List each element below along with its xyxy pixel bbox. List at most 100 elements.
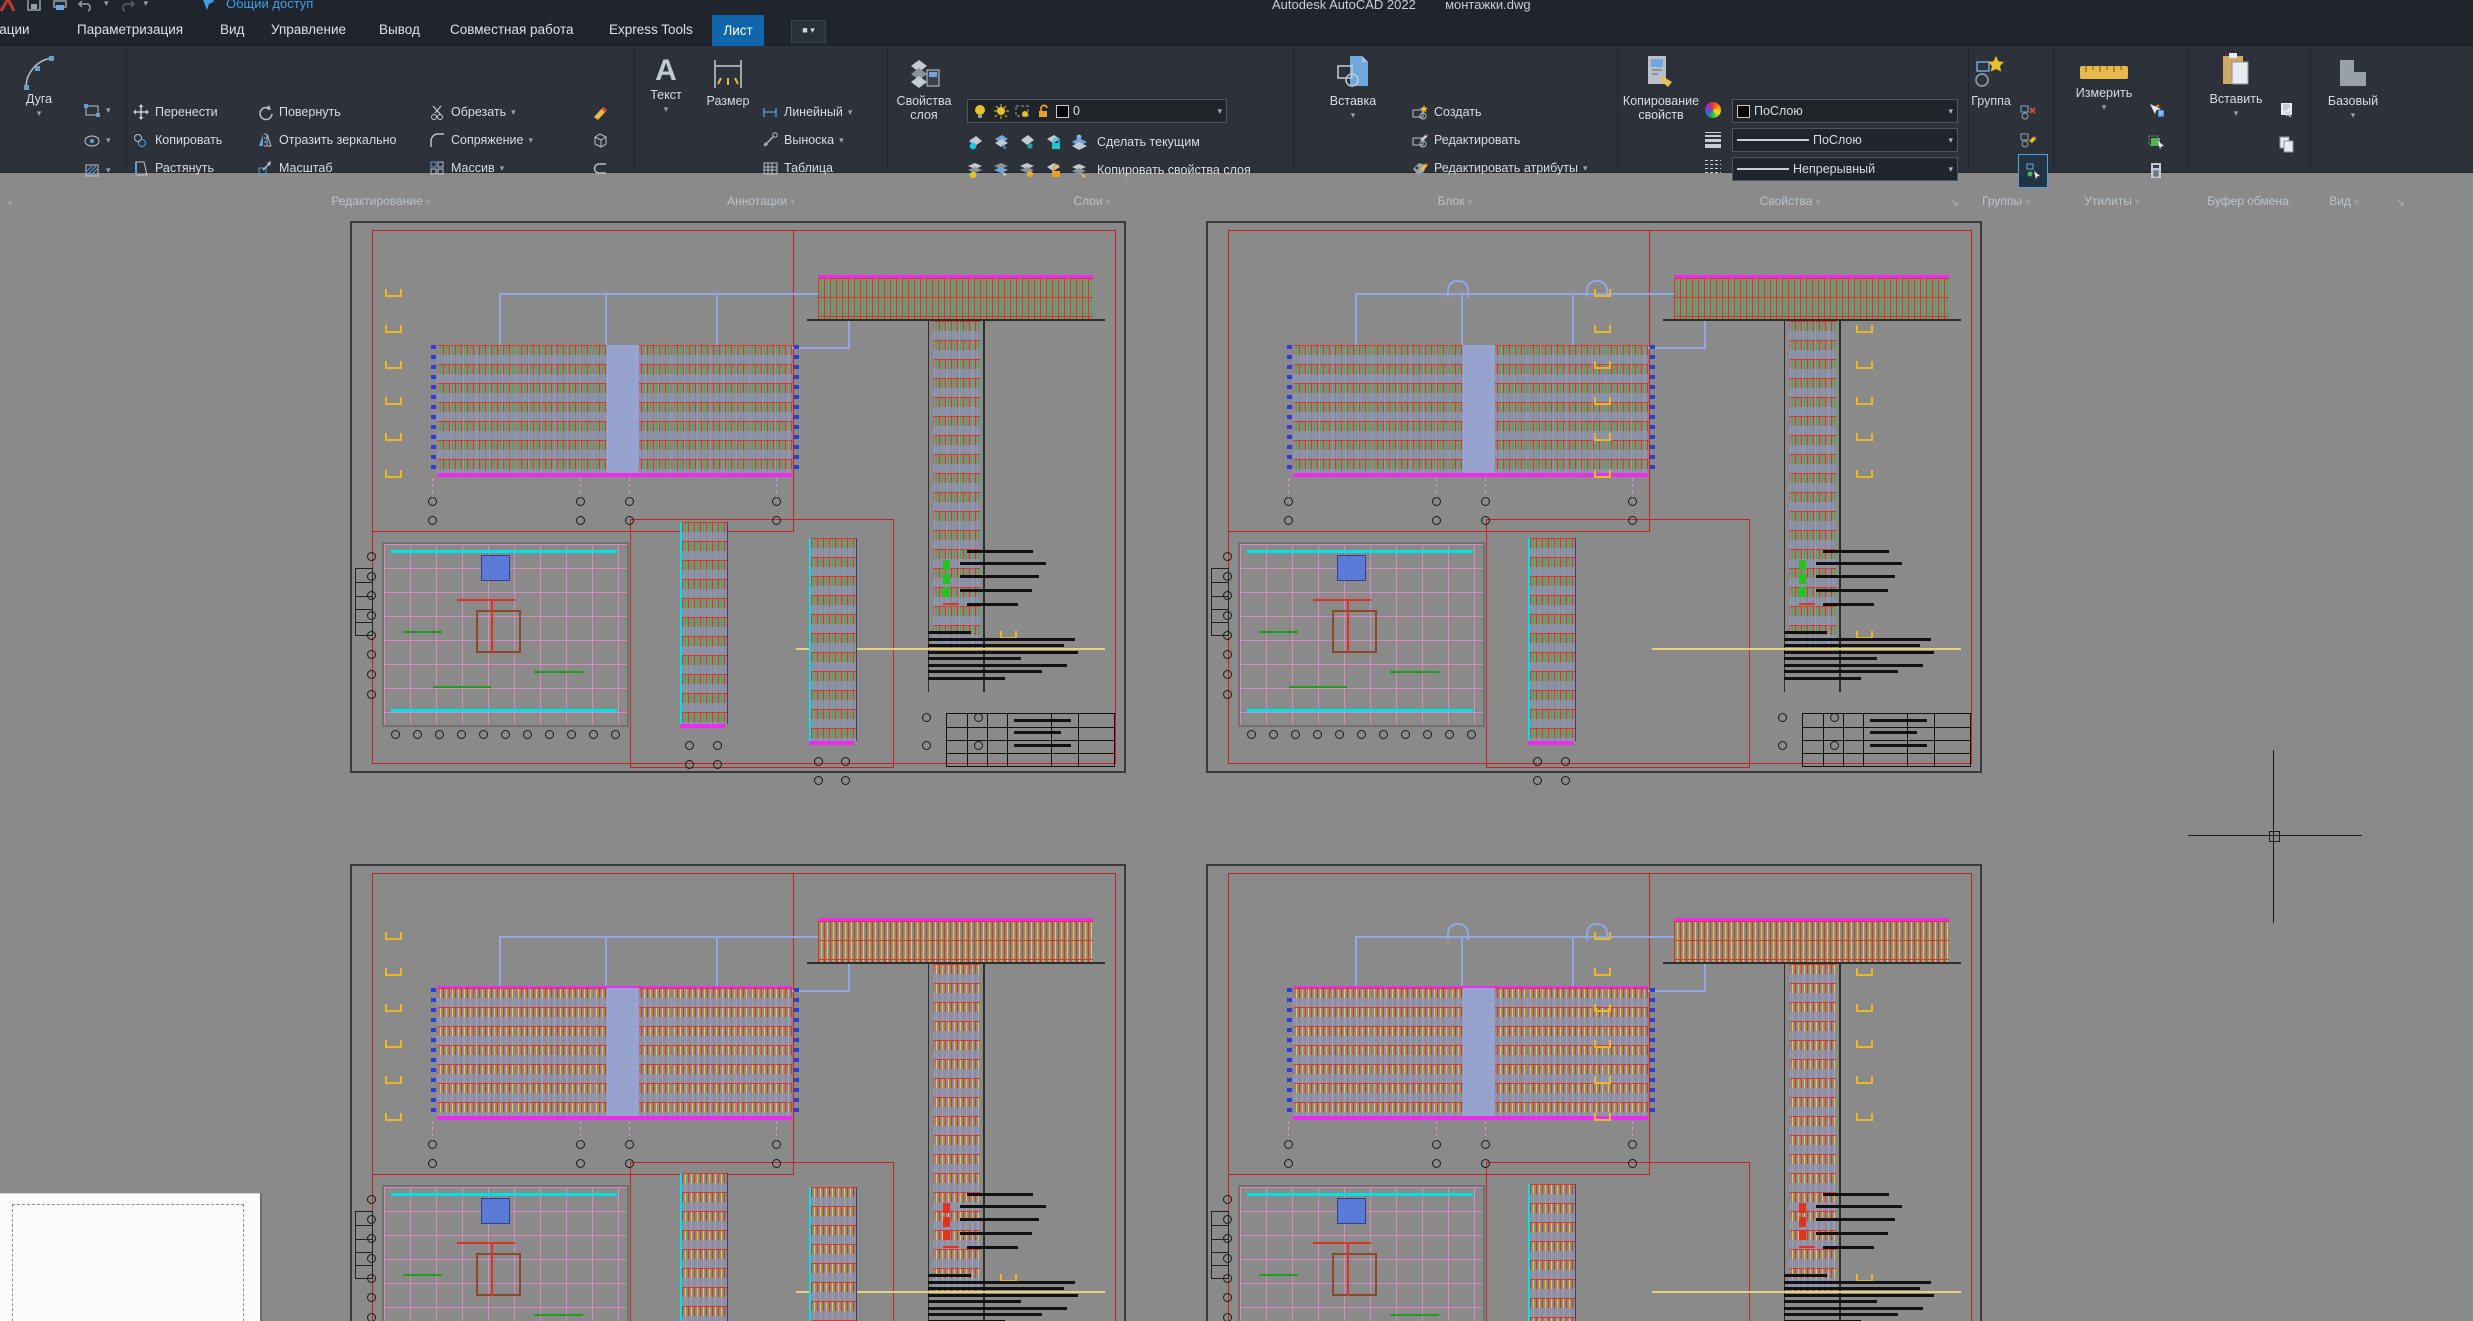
lineweight-combo[interactable]: ПоСлою ▾ <box>1732 128 1958 152</box>
tab-view[interactable]: Вид <box>220 13 244 46</box>
array-button[interactable]: Массив ▾ <box>429 156 504 180</box>
sheet-floor-plan <box>382 1185 629 1321</box>
edit-panel-label[interactable]: Редактирование ▾ <box>331 194 430 208</box>
layer-properties-button[interactable]: Свойства слоя <box>893 54 955 122</box>
view-panel-label[interactable]: Вид ▾ <box>2329 194 2359 208</box>
layer-isolate-icon[interactable] <box>993 134 1010 151</box>
drawing-canvas[interactable] <box>0 172 2473 1321</box>
group-selection-toggle[interactable] <box>2018 154 2048 188</box>
edit-block-button[interactable]: Редактировать <box>1412 128 1520 152</box>
copy-clip-button[interactable] <box>2278 132 2295 156</box>
copy-button[interactable]: Копировать <box>133 128 222 152</box>
layer-thaw-all-icon[interactable] <box>1019 162 1036 179</box>
move-button[interactable]: Перенести <box>133 100 218 124</box>
trim-button[interactable]: Обрезать ▾ <box>429 100 516 124</box>
annotate-panel-label[interactable]: Аннотации ▾ <box>727 194 795 208</box>
object-color-combo[interactable]: ПоСлою ▾ <box>1732 99 1958 123</box>
groups-panel-label[interactable]: Группы ▾ <box>1982 194 2030 208</box>
fillet-button[interactable]: Сопряжение ▾ <box>429 128 533 152</box>
layer-unlock-all-icon[interactable] <box>1045 162 1062 179</box>
table-button[interactable]: Таблица <box>762 156 833 180</box>
tab-manage[interactable]: Управление <box>271 13 346 46</box>
color-wheel-icon[interactable] <box>1705 102 1722 119</box>
scaffold-symbol <box>385 469 403 478</box>
layer-off-icon[interactable] <box>967 134 984 151</box>
quick-select-icon <box>2148 102 2165 119</box>
linear-dimension-button[interactable]: Линейный ▾ <box>762 100 852 124</box>
undo-dropdown-icon[interactable]: ▾ <box>104 0 109 9</box>
calculator-icon <box>2148 162 2165 179</box>
make-current-layer-icon[interactable] <box>1071 134 1088 151</box>
utilities-panel-label[interactable]: Утилиты ▾ <box>2084 194 2140 208</box>
tab-express-tools[interactable]: Express Tools <box>609 13 693 46</box>
mirror-button[interactable]: Отразить зеркально <box>257 128 397 152</box>
layer-select-combo[interactable]: 0 ▾ <box>967 99 1227 123</box>
layout-sheet-1 <box>350 221 1126 786</box>
share-button[interactable]: Общий доступ <box>200 0 313 12</box>
leader-button[interactable]: Выноска ▾ <box>762 128 844 152</box>
tab-annotations-partial[interactable]: отации <box>0 13 30 46</box>
make-current-label[interactable]: Сделать текущим <box>1097 135 1200 149</box>
cut-button[interactable] <box>2278 98 2295 122</box>
rectangle-tool-button[interactable]: ▾ <box>84 98 111 122</box>
layer-lock-icon[interactable] <box>1045 134 1062 151</box>
quick-select-button[interactable] <box>2148 98 2165 122</box>
hatch-tool-button[interactable]: ▾ <box>84 158 111 182</box>
edit-attributes-button[interactable]: Редактировать атрибуты ▾ <box>1412 156 1588 180</box>
insert-block-button[interactable]: Вставка ▾ <box>1320 54 1386 122</box>
scaffold-symbol <box>1856 1112 1874 1121</box>
layer-freeze-icon[interactable] <box>1019 134 1036 151</box>
layers-panel-label[interactable]: Слои ▾ <box>1073 194 1110 208</box>
tab-collaborate[interactable]: Совместная работа <box>450 13 574 46</box>
arc-button[interactable]: Дуга ▾ <box>22 52 56 120</box>
match-layer-label[interactable]: Копировать свойства слоя <box>1097 163 1251 177</box>
scaffold-symbol <box>385 931 403 940</box>
lineweight-icon[interactable] <box>1705 132 1722 149</box>
sheet-section-T-bar <box>1674 917 1950 965</box>
save-icon[interactable] <box>26 0 43 12</box>
layer-on-all-icon[interactable] <box>967 162 984 179</box>
base-view-button[interactable]: Базовый ▾ <box>2322 54 2384 122</box>
layer-match-icon[interactable] <box>1071 162 1088 179</box>
redo-icon[interactable] <box>118 0 135 12</box>
erase-button[interactable] <box>592 100 609 124</box>
qat-customize-icon[interactable]: ▾ <box>144 0 149 9</box>
calculator-button[interactable] <box>2148 158 2165 182</box>
ungroup-button[interactable] <box>2020 100 2037 124</box>
draw-panel-chevron-icon[interactable]: ▾ <box>8 198 13 209</box>
scaffold-symbol <box>1856 361 1874 370</box>
scaffold-symbol <box>385 1112 403 1121</box>
linetype-icon[interactable] <box>1705 160 1722 177</box>
tab-parametric[interactable]: Параметризация <box>77 13 183 46</box>
create-block-button[interactable]: Создать <box>1412 100 1482 124</box>
properties-panel-label[interactable]: Свойства ▾ <box>1760 194 1821 208</box>
tab-layout[interactable]: Лист <box>712 15 764 46</box>
text-button[interactable]: A Текст ▾ <box>640 54 692 116</box>
sheet-floor-plan <box>1238 1185 1485 1321</box>
view-dialog-launcher-icon[interactable]: ↘ <box>2396 196 2405 209</box>
dimension-button[interactable]: Размер <box>700 54 756 108</box>
scale-button[interactable]: Масштаб <box>257 156 332 180</box>
tab-output[interactable]: Вывод <box>379 13 420 46</box>
ribbon-display-toggle[interactable]: ■ ▾ <box>791 20 826 43</box>
measure-button[interactable]: Измерить ▾ <box>2072 60 2136 114</box>
match-properties-button[interactable]: Копирование свойств <box>1618 54 1704 122</box>
scaffold-symbol <box>1594 931 1611 940</box>
paste-button[interactable]: Вставить ▾ <box>2205 52 2267 120</box>
ellipse-tool-button[interactable]: ▾ <box>84 128 111 152</box>
layer-unisolate-icon[interactable] <box>993 162 1010 179</box>
select-similar-button[interactable] <box>2148 128 2165 152</box>
clipboard-panel-label[interactable]: Буфер обмена <box>2207 194 2289 208</box>
block-panel-label[interactable]: Блок ▾ <box>1438 194 1473 208</box>
rotate-button[interactable]: Повернуть <box>257 100 341 124</box>
explode-button[interactable] <box>592 156 609 180</box>
group-button[interactable]: Группа <box>1966 54 2016 108</box>
properties-dialog-launcher-icon[interactable]: ↘ <box>1950 196 1959 209</box>
stretch-button[interactable]: Растянуть <box>133 156 214 180</box>
undo-icon[interactable] <box>78 0 95 12</box>
chevron-down-icon: ▾ <box>1948 134 1953 145</box>
plot-icon[interactable] <box>52 0 69 12</box>
edit-group-button[interactable] <box>2020 128 2037 152</box>
linetype-combo[interactable]: Непрерывный ▾ <box>1732 157 1958 181</box>
solid-box-button[interactable] <box>592 128 609 152</box>
